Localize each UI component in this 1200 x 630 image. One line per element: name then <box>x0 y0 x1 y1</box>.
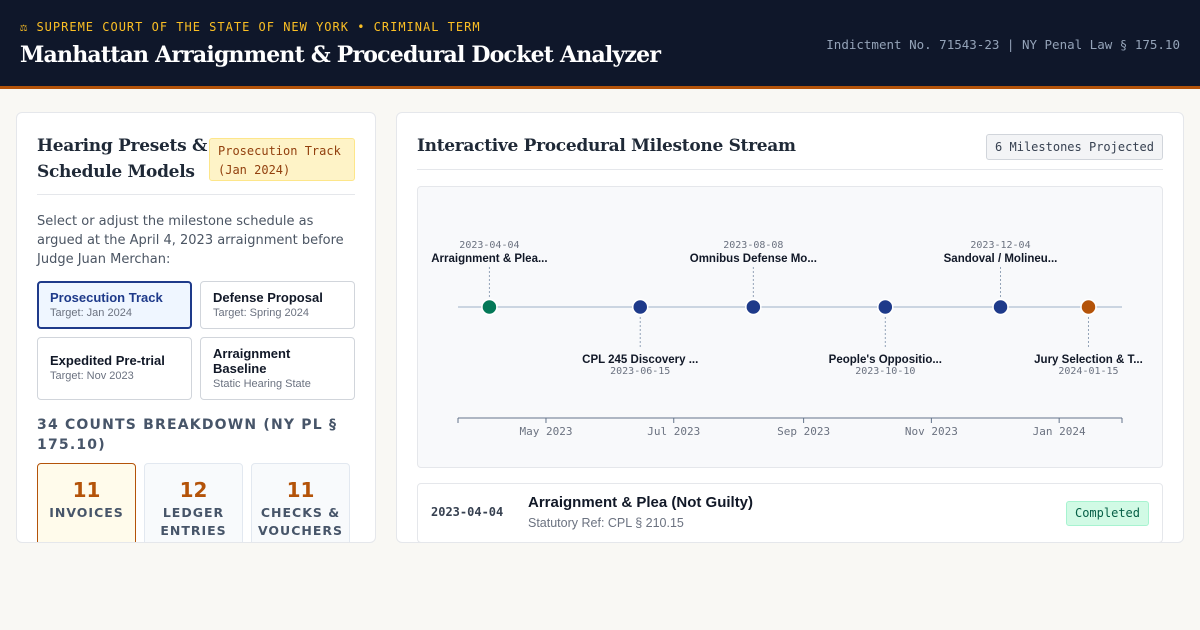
status-badge: Completed <box>1065 501 1149 526</box>
indictment-info: Indictment No. 71543-23 | NY Penal Law §… <box>826 37 1180 52</box>
milestone-date: 2023-08-08 <box>723 240 783 251</box>
axis-tick-label: Sep 2023 <box>777 425 830 438</box>
milestone-point[interactable] <box>877 298 894 316</box>
count-value: 12 <box>179 478 208 502</box>
milestone-point[interactable] <box>481 298 498 316</box>
milestone-point[interactable] <box>745 298 762 316</box>
milestone-point[interactable] <box>631 298 649 316</box>
count-label: LEDGER ENTRIES <box>160 505 227 538</box>
row-title: Arraignment & Plea (Not Guilty) <box>528 494 754 511</box>
preset-name: Arraignment Baseline <box>213 346 291 376</box>
preset-arraignment-baseline[interactable]: Arraignment Baseline Static Hearing Stat… <box>200 337 355 400</box>
milestone-point[interactable] <box>992 298 1009 316</box>
milestone-date: 2023-10-10 <box>855 366 915 377</box>
preset-name: Prosecution Track <box>50 290 163 305</box>
counts-heading: 34 COUNTS BREAKDOWN (NY PL § 175.10) <box>37 417 338 453</box>
axis-tick-label: Jan 2024 <box>1033 425 1086 438</box>
axis-tick-label: Nov 2023 <box>905 425 958 438</box>
preset-target: Target: Jan 2024 <box>50 307 132 319</box>
timeline-container: 2023-04-04 Arraignment & Plea... 2023-06-1… <box>417 186 1163 468</box>
milestone-point[interactable] <box>1080 298 1097 316</box>
milestone-row[interactable]: 2023-04-04 Arraignment & Plea (Not Guilt… <box>417 483 1163 542</box>
preset-target: Target: Nov 2023 <box>50 370 134 382</box>
count-card-invoices[interactable]: 11 INVOICES <box>37 463 136 542</box>
preset-expedited-pretrial[interactable]: Expedited Pre-trial Target: Nov 2023 <box>37 337 192 400</box>
preset-defense-proposal[interactable]: Defense Proposal Target: Spring 2024 <box>200 281 355 329</box>
milestone-label: CPL 245 Discovery ... <box>582 354 698 366</box>
milestone-date: 2023-06-15 <box>610 366 670 377</box>
preset-prosecution-track[interactable]: Prosecution Track Target: Jan 2024 <box>37 281 192 329</box>
milestone-label: Arraignment & Plea... <box>431 253 547 265</box>
axis-tick-label: May 2023 <box>519 425 572 438</box>
app-header: ⚖ SUPREME COURT OF THE STATE OF NEW YORK… <box>0 0 1200 89</box>
milestone-date: 2024-01-15 <box>1058 366 1118 377</box>
count-card-checks-vouchers[interactable]: 11 CHECKS & VOUCHERS <box>251 463 350 542</box>
milestone-label: Jury Selection & T... <box>1034 354 1143 366</box>
milestone-date: 2023-04-04 <box>459 240 519 251</box>
milestones-count-badge: 6 Milestones Projected <box>986 134 1163 160</box>
milestone-date: 2023-12-04 <box>970 240 1030 251</box>
count-label: CHECKS & VOUCHERS <box>257 505 344 538</box>
divider <box>417 169 1163 170</box>
app-title: Manhattan Arraignment & Procedural Docke… <box>20 42 661 68</box>
divider <box>37 194 355 195</box>
count-label: INVOICES <box>49 505 124 520</box>
preset-target: Static Hearing State <box>213 378 311 390</box>
axis-tick-label: Jul 2023 <box>647 425 700 438</box>
hearing-presets-panel: Hearing Presets & Schedule Models Prosec… <box>16 112 376 543</box>
row-date: 2023-04-04 <box>431 505 504 519</box>
presets-title: Hearing Presets & Schedule Models <box>37 136 208 182</box>
timeline-chart: 2023-04-04 Arraignment & Plea... 2023-06-1… <box>431 240 1143 438</box>
row-statutory-ref: Statutory Ref: CPL § 210.15 <box>528 516 684 530</box>
track-badge: Prosecution Track (Jan 2024) <box>209 138 355 181</box>
count-card-ledger-entries[interactable]: 12 LEDGER ENTRIES <box>144 463 243 542</box>
milestone-label: Omnibus Defense Mo... <box>690 253 817 265</box>
count-value: 11 <box>72 478 101 502</box>
milestone-stream-panel: Interactive Procedural Milestone Stream … <box>396 112 1184 543</box>
milestone-stream-title: Interactive Procedural Milestone Stream <box>417 136 796 156</box>
preset-target: Target: Spring 2024 <box>213 307 310 319</box>
preset-name: Expedited Pre-trial <box>50 353 165 368</box>
presets-description: Select or adjust the milestone schedule … <box>37 214 344 267</box>
milestone-label: Sandoval / Molineu... <box>944 253 1058 265</box>
preset-name: Defense Proposal <box>213 290 323 305</box>
milestone-label: People's Oppositio... <box>829 354 942 366</box>
court-line: ⚖ SUPREME COURT OF THE STATE OF NEW YORK… <box>20 20 481 34</box>
count-value: 11 <box>286 478 315 502</box>
